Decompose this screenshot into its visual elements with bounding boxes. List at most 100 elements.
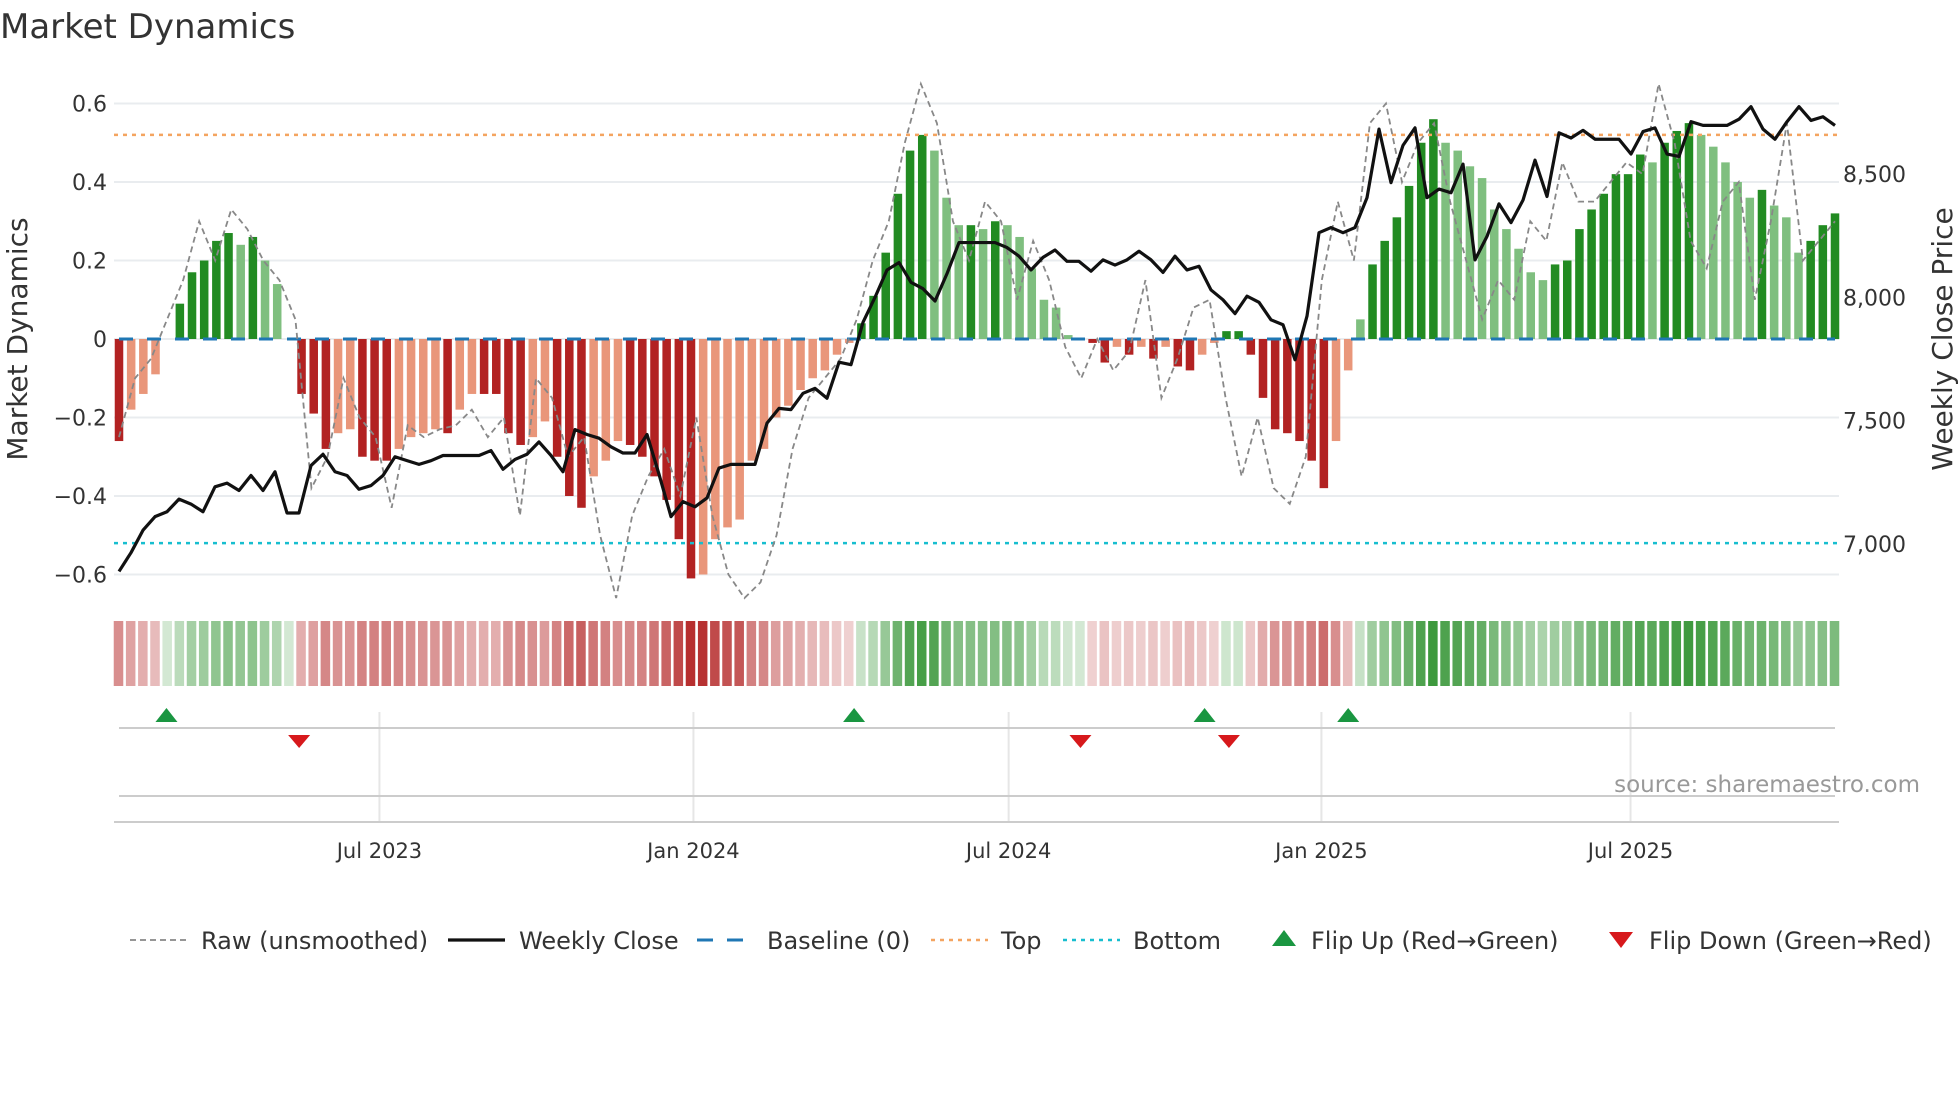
dynamics-bar (394, 339, 404, 449)
dynamics-bar (1818, 225, 1828, 339)
dynamics-bar (467, 339, 477, 394)
dynamics-bar (1039, 299, 1049, 339)
dynamics-bar (1477, 178, 1487, 339)
legend-flip-up-icon (1272, 930, 1296, 946)
dynamics-bar (723, 339, 732, 528)
heat-strip-cell (697, 621, 708, 686)
heat-strip-cell (1440, 621, 1450, 686)
heat-strip-cell (916, 621, 927, 686)
dynamics-bar (1404, 185, 1414, 339)
heat-strip-cell (1294, 621, 1304, 686)
heat-strip-cell (1598, 621, 1609, 686)
dynamics-bar (820, 339, 830, 371)
heat-strip-cell (1622, 621, 1633, 686)
legend: Raw (unsmoothed) Weekly Close Baseline (0)… (130, 927, 1932, 955)
heat-strip-cell (1647, 621, 1657, 686)
dynamics-bar (272, 284, 282, 339)
dynamics-bar (1429, 119, 1438, 339)
dynamics-bar (1088, 339, 1097, 343)
x-tick-label: Jul 2024 (964, 839, 1051, 863)
y-axis-label-left: Market Dynamics (1, 217, 34, 460)
legend-flip-down-icon (1609, 932, 1633, 948)
heat-strip-cell (223, 621, 233, 686)
heat-strip-cell (198, 621, 209, 686)
heat-strip-cell (953, 621, 964, 686)
heat-strip-cell (856, 621, 866, 686)
market-dynamics-chart: Market Dynamics 0.6 0.4 0.2 0 −0.2 −0.4 −0.6 8,… (0, 7, 1959, 955)
heat-strip-cell (320, 621, 331, 686)
dynamics-bar (1769, 205, 1779, 339)
dynamics-bar (248, 236, 258, 339)
dynamics-bar (175, 303, 185, 339)
heat-strip-cell (807, 621, 817, 686)
heat-strip-cell (1306, 621, 1316, 686)
heat-strip-cell (1720, 621, 1730, 686)
heat-strip-cell (1075, 621, 1085, 686)
heat-strip-cell (1245, 621, 1256, 686)
dynamics-bar (1356, 319, 1365, 339)
heat-strip-cell (1793, 621, 1803, 686)
heat-strip-cell (1184, 621, 1195, 686)
heat-strip-cell (150, 621, 160, 686)
heat-strip-cell (624, 621, 635, 686)
heat-strip-cell (1781, 621, 1791, 686)
heat-strip-cell (1768, 621, 1779, 686)
heat-strip-cell (1488, 621, 1499, 686)
dynamics-bar (747, 339, 757, 461)
heat-strip-cell (1379, 621, 1389, 686)
dynamics-bar (382, 339, 392, 461)
heat-strip-cell (138, 621, 148, 686)
heat-strip-cell (454, 621, 465, 686)
dynamics-bar (1782, 217, 1791, 339)
heat-strip-cell (880, 621, 890, 686)
heat-strip-cell (1002, 621, 1012, 686)
heat-strip-cell (332, 621, 343, 686)
flip-down-marker (1069, 735, 1092, 748)
dynamics-bar (1587, 209, 1596, 339)
heat-strip-cell (1318, 621, 1329, 686)
dynamics-bar (881, 252, 890, 339)
dynamics-bar (1684, 123, 1694, 339)
dynamics-bar (1794, 252, 1803, 339)
heat-strip-cell (1342, 621, 1353, 686)
heat-strip-cell (1574, 621, 1584, 686)
heat-strip-cell (247, 621, 258, 686)
dynamics-bar (479, 339, 489, 394)
dynamics-bar (1550, 264, 1560, 339)
heat-strip-cell (417, 621, 428, 686)
dynamics-bar (1611, 174, 1621, 339)
heat-strip-cell (1537, 621, 1548, 686)
heat-strip-cell (1148, 621, 1158, 686)
legend-label: Flip Up (Red→Green) (1311, 927, 1559, 955)
dynamics-bar (1173, 339, 1183, 367)
legend-label: Raw (unsmoothed) (201, 927, 428, 955)
flip-up-marker (155, 708, 178, 722)
heat-strip-cell (1026, 621, 1037, 686)
y-tick-label: −0.6 (54, 564, 107, 589)
dynamics-bar (589, 339, 598, 477)
legend-label: Weekly Close (519, 927, 679, 955)
heat-strip-cell (1014, 621, 1024, 686)
dynamics-bar (1246, 339, 1256, 355)
dynamics-bar (796, 339, 805, 391)
heat-strip-cell (977, 621, 988, 686)
heat-strip-cell (1452, 621, 1462, 686)
dynamics-bar (418, 339, 428, 434)
legend-label: Bottom (1133, 927, 1221, 955)
dynamics-bar (212, 240, 221, 339)
heat-strip-cell (661, 621, 671, 686)
heat-strip-cell (1635, 621, 1645, 686)
heat-strip-cell (831, 621, 842, 686)
dynamics-bar (990, 221, 1000, 339)
heat-strip-cell (710, 621, 720, 686)
heat-strip-cell (186, 621, 197, 686)
dynamics-bar (711, 339, 720, 540)
heat-strip-cell (1196, 621, 1207, 686)
heat-strip-cell (491, 621, 501, 686)
dynamics-bar (1027, 268, 1037, 339)
heat-strip-cell (1586, 621, 1596, 686)
heat-strip-cell (1233, 621, 1243, 686)
source-label: source: sharemaestro.com (1614, 772, 1920, 798)
heat-strip-cell (308, 621, 318, 686)
heat-strip-cell (576, 621, 586, 686)
